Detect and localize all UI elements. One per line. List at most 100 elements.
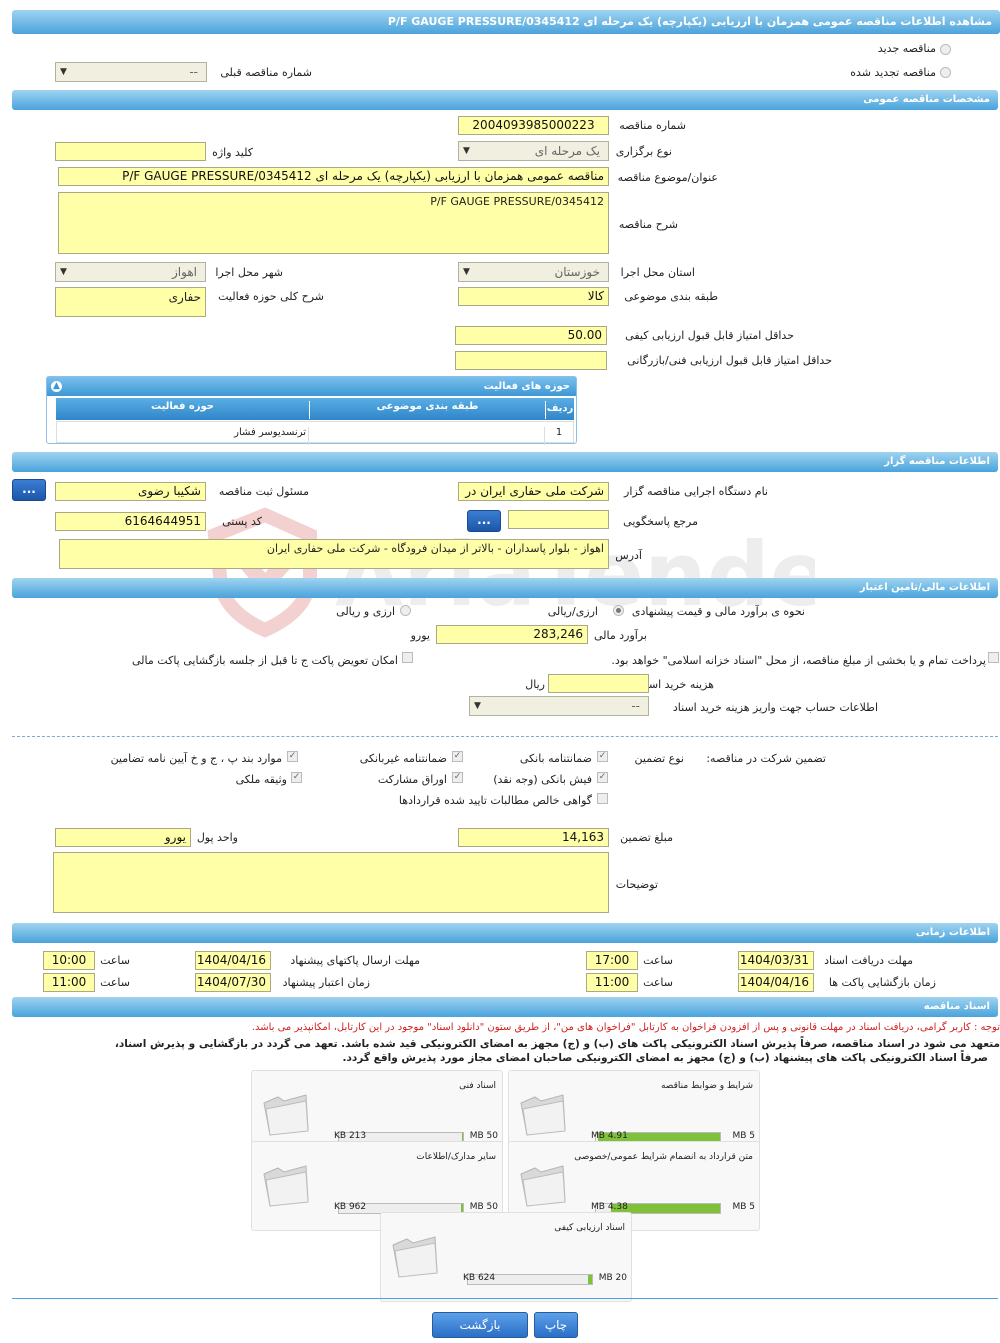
guarantee-nonbank-label: ضمانتنامه غیربانکی [359,752,447,765]
category-field: کالا [458,287,609,306]
chevron-down-icon: ▼ [463,267,470,277]
keyword-label: کلید واژه [212,146,253,159]
section-docs-header: اسناد مناقصه [12,997,998,1017]
swap-envelope-label: امکان تعویض پاکت ج تا قبل از جلسه بازگشا… [132,654,398,667]
document-max-size: 50 MB [469,1131,498,1141]
doc-cost-unit: ریال [525,678,545,691]
min-tech-field [455,351,607,370]
activity-table-header: ردیف طبقه بندی موضوعی حوزه فعالیت [56,398,574,420]
guarantee-amount-label: مبلغ تضمین [620,831,673,844]
guarantee-clauses-label: موارد بند پ ، ج و خ آیین نامه تضامین [110,752,282,765]
document-size-fill [588,1275,592,1284]
folder-icon [263,1094,309,1136]
city-select[interactable]: اهواز ▼ [55,262,206,282]
responsible-field: شکیبا رضوی [55,482,206,501]
section-timing-header: اطلاعات زمانی [12,923,998,943]
scope-field: حفاری [55,287,206,317]
document-size: 4.91 MB [591,1131,628,1141]
keyword-field [55,142,206,161]
radio-currency-and-rial[interactable] [400,605,411,616]
chevron-down-icon: ▼ [463,146,470,156]
account-select[interactable]: -- ▼ [469,696,649,716]
city-label: شهر محل اجرا [215,266,283,279]
prev-number-select[interactable]: -- ▼ [55,62,207,82]
guarantee-nonbank-checkbox[interactable]: ✓ [452,751,463,762]
col-activity: حوزه فعالیت [56,401,310,419]
row-index: 1 [555,427,563,438]
estimate-label: برآورد مالی [594,629,647,642]
category-label: طبقه بندی موضوعی [624,290,718,303]
estimate-method-label: نحوه ی برآورد مالی و قیمت پیشنهادی [631,605,805,618]
min-quality-label: حداقل امتیاز قابل قبول ارزیابی کیفی [625,329,794,342]
reference-field [508,510,609,529]
docs-commitment-1: متعهد می شود در اسناد مناقصه، صرفاً پذیر… [114,1038,1000,1050]
guarantee-claims-label: گواهی خالص مطالبات تایید شده قراردادها [398,794,592,807]
document-name: اسناد فنی [459,1081,496,1091]
swap-envelope-checkbox[interactable] [402,652,413,663]
folder-icon [263,1165,309,1207]
opening-date-field: 1404/04/16 [738,973,814,992]
province-select[interactable]: خوزستان ▼ [458,262,609,282]
doc-cost-field [548,674,649,693]
responsible-lookup-button[interactable]: ... [12,479,46,501]
guarantee-amount-field: 14,163 [458,828,609,847]
guarantee-label: تضمین شرکت در مناقصه: [706,752,826,765]
org-name-label: نام دستگاه اجرایی مناقصه گزار [624,485,768,498]
responsible-label: مسئول ثبت مناقصه [218,485,309,498]
radio-currency-rial[interactable] [613,605,624,616]
document-size: 624 KB [463,1273,496,1283]
reference-label: مرجع پاسخگویی [623,515,698,528]
postal-field: 6164644951 [55,512,206,531]
radio-new-tender[interactable] [940,44,951,55]
guarantee-bonds-checkbox[interactable]: ✓ [452,772,463,783]
reference-lookup-button[interactable]: ... [467,510,501,532]
table-row: 1 ترنسدیوسر فشار [56,421,574,445]
guarantee-type-label: نوع تضمین [634,752,684,765]
collapse-icon[interactable]: ▲ [51,381,62,392]
folder-icon [520,1094,566,1136]
holding-type-select[interactable]: یک مرحله ای ▼ [458,141,609,161]
validity-time-field: 11:00 [43,973,95,992]
document-tile[interactable]: اسناد ارزیابی کیفی 20 MB 624 KB [380,1212,632,1302]
receive-deadline-label: مهلت دریافت اسناد [824,954,913,967]
document-name: اسناد ارزیابی کیفی [554,1223,625,1233]
back-button[interactable]: بازگشت [432,1312,528,1338]
receive-date-field: 1404/03/31 [738,951,814,970]
radio-new-label: مناقصه جدید [877,42,936,55]
watermark-logo: AriaTender.neT [207,507,815,638]
subject-label: عنوان/موضوع مناقصه [617,171,718,184]
document-name: متن قرارداد به انضمام شرایط عمومی/خصوصی [574,1152,753,1162]
radio-renewed-label: مناقصه تجدید شده [850,66,936,79]
guarantee-cash-label: فیش بانکی (وجه نقد) [493,773,592,786]
page-title: مشاهده اطلاعات مناقصه عمومی همزمان با ار… [12,10,1000,34]
row-category-cell [309,427,545,445]
guarantee-clauses-checkbox[interactable]: ✓ [287,751,298,762]
chevron-down-icon: ▼ [474,701,481,711]
tender-number-label: شماره مناقصه [619,119,686,132]
validity-label: زمان اعتبار پیشنهاد [282,976,370,989]
min-tech-label: حداقل امتیاز قابل قبول ارزیابی فنی/بازرگ… [627,354,832,367]
address-label: آدرس [615,549,642,562]
col-row: ردیف [546,403,574,414]
footer-divider [12,1298,998,1299]
print-button[interactable]: چاپ [534,1312,578,1338]
subject-field: مناقصه عمومی همزمان با ارزیابی (یکپارچه)… [58,167,609,186]
document-max-size: 50 MB [469,1202,498,1212]
docs-note: توجه : کاربر گرامی، دریافت اسناد در مهلت… [251,1022,1000,1033]
chevron-down-icon: ▼ [60,67,67,77]
guarantee-cash-checkbox[interactable]: ✓ [597,772,608,783]
guarantee-property-checkbox[interactable]: ✓ [291,772,302,783]
divider [12,736,998,737]
radio-renewed-tender[interactable] [940,67,951,78]
guarantee-bonds-label: اوراق مشارکت [377,773,447,786]
estimate-unit: یورو [410,629,430,642]
postal-label: کد پستی [222,515,262,528]
opening-hour-field: 11:00 [586,973,638,992]
document-name: سایر مدارک/اطلاعات [416,1152,496,1162]
treasury-checkbox[interactable] [988,652,999,663]
document-name: شرایط و ضوابط مناقصه [660,1081,753,1091]
submit-time-label: ساعت [100,954,130,967]
guarantee-claims-checkbox[interactable] [597,793,608,804]
document-size: 213 KB [334,1131,367,1141]
guarantee-bank-checkbox[interactable]: ✓ [597,751,608,762]
